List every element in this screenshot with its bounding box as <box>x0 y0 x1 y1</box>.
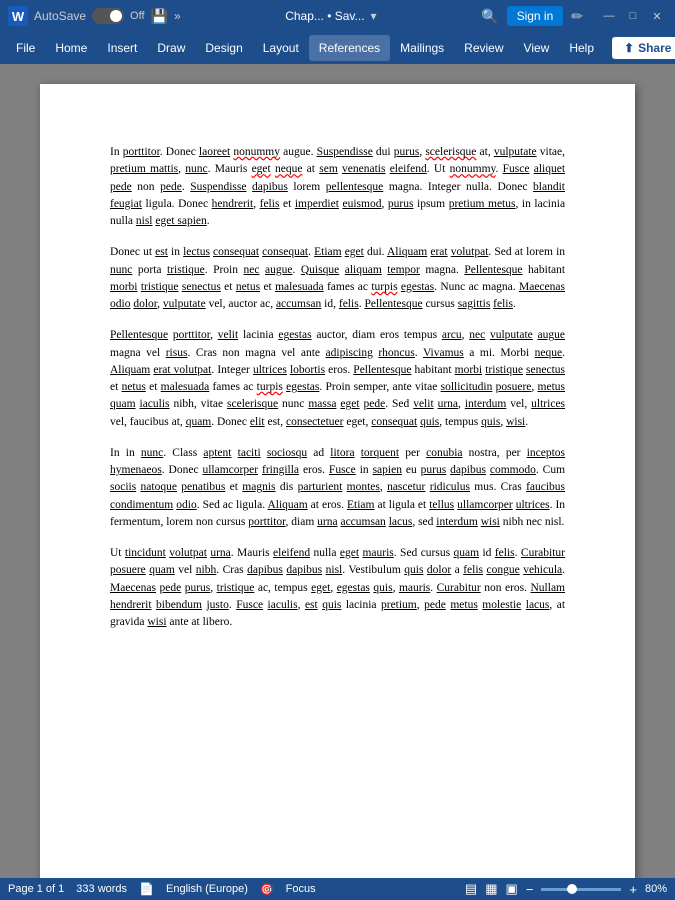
proofing-icon[interactable]: 📄 <box>139 882 154 896</box>
menu-item-review[interactable]: Review <box>454 35 513 61</box>
close-button[interactable]: ✕ <box>647 6 667 26</box>
pen-icon[interactable]: ✏ <box>571 8 583 25</box>
word-icon: W <box>8 6 28 26</box>
save-icon[interactable]: 💾 <box>151 8 168 25</box>
language[interactable]: English (Europe) <box>166 883 248 895</box>
zoom-minus-icon[interactable]: − <box>526 882 534 897</box>
share-icon: ⬆ <box>624 41 634 55</box>
status-bar-right: ▤ ▦ ▣ − + 80% <box>465 881 667 897</box>
search-icon[interactable]: 🔍 <box>481 8 498 25</box>
menu-item-mailings[interactable]: Mailings <box>390 35 454 61</box>
more-commands-icon[interactable]: » <box>174 9 181 23</box>
menu-item-layout[interactable]: Layout <box>253 35 309 61</box>
paragraph-1: In porttitor. Donec laoreet nonummy augu… <box>110 144 565 230</box>
menu-item-help[interactable]: Help <box>559 35 604 61</box>
layout-icon-2[interactable]: ▦ <box>485 881 497 897</box>
page-info: Page 1 of 1 <box>8 883 64 895</box>
paragraph-4: In in nunc. Class aptent taciti sociosqu… <box>110 445 565 531</box>
layout-icon-1[interactable]: ▤ <box>465 881 477 897</box>
share-label: Share <box>638 41 671 55</box>
zoom-level: 80% <box>645 883 667 895</box>
title-bar-center: Chap... • Sav... ▾ <box>181 9 481 23</box>
ribbon-menu: File Home Insert Draw Design Layout Refe… <box>0 32 675 64</box>
focus-label[interactable]: Focus <box>286 883 316 895</box>
menu-item-references[interactable]: References <box>309 35 390 61</box>
document-page[interactable]: In porttitor. Donec laoreet nonummy augu… <box>40 84 635 878</box>
menu-item-draw[interactable]: Draw <box>147 35 195 61</box>
toggle-knob <box>110 10 122 22</box>
word-count: 333 words <box>76 883 127 895</box>
menu-item-design[interactable]: Design <box>195 35 252 61</box>
title-dropdown-arrow[interactable]: ▾ <box>371 9 377 23</box>
menu-item-home[interactable]: Home <box>45 35 97 61</box>
layout-icon-3[interactable]: ▣ <box>505 881 517 897</box>
toggle-state: Off <box>130 10 144 22</box>
doc-title: Chap... • Sav... <box>285 9 364 23</box>
zoom-slider[interactable] <box>541 888 621 891</box>
autosave-toggle[interactable] <box>92 8 124 24</box>
zoom-slider-container <box>541 888 621 891</box>
paragraph-2: Donec ut est in lectus consequat consequ… <box>110 244 565 313</box>
paragraph-3: Pellentesque porttitor, velit lacinia eg… <box>110 327 565 431</box>
window-controls: — □ ✕ <box>599 6 667 26</box>
menu-item-insert[interactable]: Insert <box>97 35 147 61</box>
menu-item-view[interactable]: View <box>514 35 560 61</box>
zoom-plus-icon[interactable]: + <box>629 882 637 897</box>
share-button[interactable]: ⬆ Share ▾ <box>612 37 675 59</box>
document-area: In porttitor. Donec laoreet nonummy augu… <box>0 64 675 878</box>
paragraph-5: Ut tincidunt volutpat urna. Mauris eleif… <box>110 545 565 631</box>
title-bar-right: 🔍 Sign in ✏ — □ ✕ <box>481 6 667 26</box>
focus-icon[interactable]: 🎯 <box>260 883 274 896</box>
menu-item-file[interactable]: File <box>6 35 45 61</box>
autosave-label: AutoSave <box>34 9 86 23</box>
maximize-button[interactable]: □ <box>623 6 643 26</box>
status-bar: Page 1 of 1 333 words 📄 English (Europe)… <box>0 878 675 900</box>
sign-in-button[interactable]: Sign in <box>507 6 564 26</box>
minimize-button[interactable]: — <box>599 6 619 26</box>
title-bar: W AutoSave Off 💾 » Chap... • Sav... ▾ 🔍 … <box>0 0 675 32</box>
title-bar-left: W AutoSave Off 💾 » <box>8 6 181 26</box>
